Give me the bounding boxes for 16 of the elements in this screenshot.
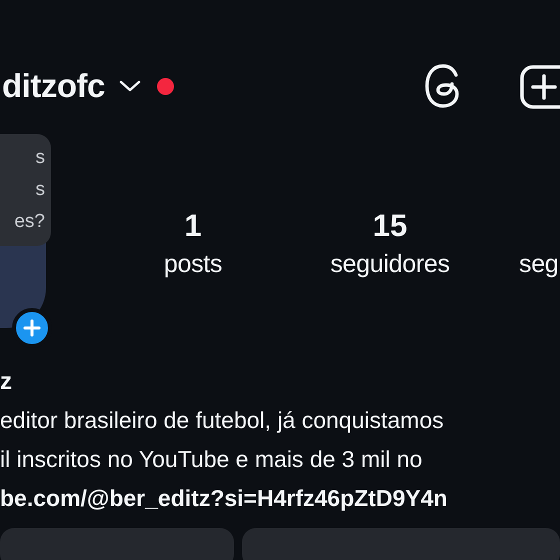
tooltip-text: es? [13, 210, 45, 234]
stat-label[interactable]: seg [519, 250, 558, 278]
profile-name: z [0, 367, 13, 397]
bio-text: editor brasileiro de futebol, já conquistamos [0, 407, 444, 433]
add-icon[interactable] [520, 63, 560, 109]
bio-text: il inscritos no YouTube e mais de 3 mil no [0, 446, 422, 472]
stat-count: 1 [184, 208, 202, 243]
stat-label[interactable]: seguidores [330, 250, 450, 278]
stat-label[interactable]: posts [164, 250, 222, 278]
tooltip-text: s [34, 178, 45, 202]
account-username[interactable]: ditzofc [2, 61, 105, 111]
stat-count: 15 [372, 208, 408, 243]
plus-icon [23, 319, 41, 337]
profile-link[interactable]: be.com/@ber_editz?si=H4rfz46pZtD9Y4n [0, 485, 448, 511]
tooltip-text: s [34, 146, 45, 170]
chevron-down-icon[interactable] [118, 79, 141, 93]
